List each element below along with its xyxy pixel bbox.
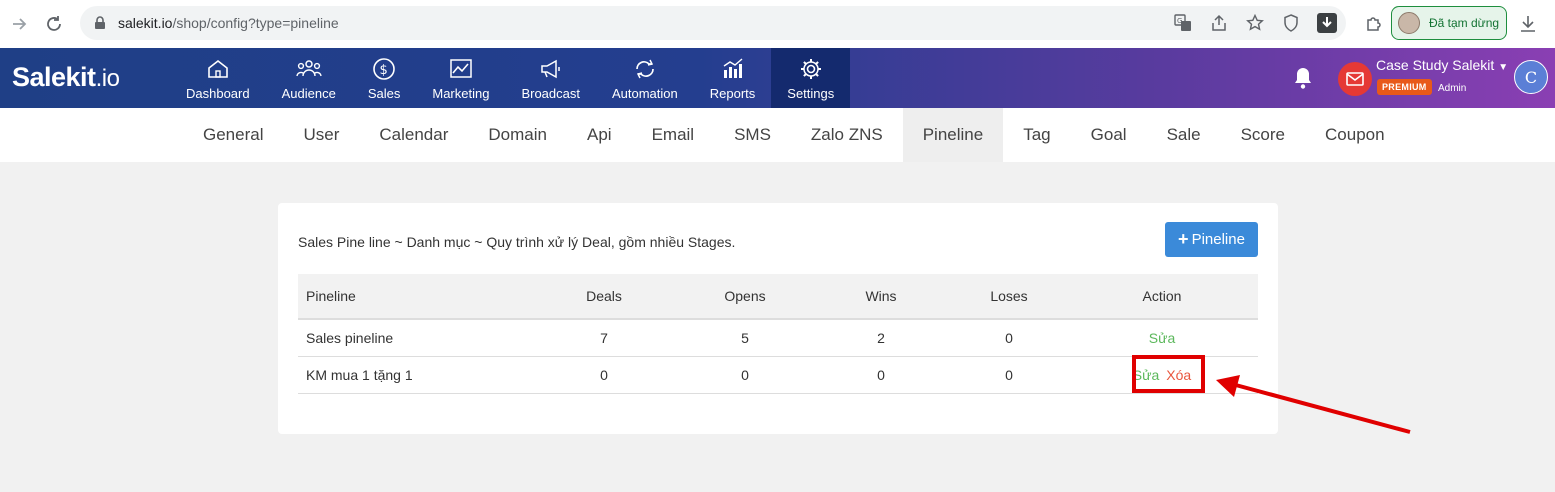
col-header-pineline: Pineline	[298, 274, 528, 320]
table-row: KM mua 1 tặng 1 0 0 0 0 Sửa Xóa	[298, 356, 1258, 394]
notification-bell-icon[interactable]	[1290, 65, 1316, 91]
account-menu[interactable]: Case Study Salekit ▼	[1376, 57, 1508, 73]
tab-sms[interactable]: SMS	[714, 108, 791, 162]
nav-sales[interactable]: $ Sales	[352, 48, 417, 108]
url-text: salekit.io/shop/config?type=pineline	[118, 15, 339, 31]
lock-icon	[92, 15, 108, 31]
col-header-action: Action	[1066, 274, 1258, 320]
caret-down-icon: ▼	[1498, 62, 1509, 73]
profile-status-label: Đã tạm dừng	[1429, 16, 1500, 30]
user-avatar[interactable]: C	[1514, 60, 1548, 94]
account-role: Admin	[1438, 83, 1467, 94]
settings-tabs: General User Calendar Domain Api Email S…	[0, 108, 1555, 162]
home-icon	[205, 56, 231, 82]
bar-chart-icon	[720, 56, 746, 82]
pipeline-table: Pineline Deals Opens Wins Loses Action S…	[298, 274, 1258, 394]
profile-paused-button[interactable]: Đã tạm dừng	[1391, 6, 1507, 40]
annotation-highlight-box	[1132, 355, 1205, 393]
col-header-deals: Deals	[528, 274, 680, 320]
action-cell: Sửa	[1066, 319, 1258, 357]
nav-settings[interactable]: Settings	[771, 48, 851, 108]
dollar-icon: $	[371, 56, 397, 82]
tab-general[interactable]: General	[183, 108, 283, 162]
puzzle-extensions-icon[interactable]	[1362, 12, 1386, 36]
share-icon[interactable]	[1208, 12, 1230, 34]
repeat-icon	[632, 56, 658, 82]
tab-zalo-zns[interactable]: Zalo ZNS	[791, 108, 903, 162]
tab-coupon[interactable]: Coupon	[1305, 108, 1405, 162]
tab-score[interactable]: Score	[1221, 108, 1305, 162]
gear-icon	[798, 56, 824, 82]
loses-count: 0	[952, 319, 1066, 357]
nav-marketing[interactable]: Marketing	[416, 48, 505, 108]
pipeline-name: KM mua 1 tặng 1	[298, 356, 528, 394]
shield-icon[interactable]	[1280, 12, 1302, 34]
col-header-loses: Loses	[952, 274, 1066, 320]
opens-count: 0	[680, 356, 810, 394]
annotation-arrow	[1216, 375, 1411, 434]
chart-line-icon	[448, 56, 474, 82]
address-bar[interactable]: salekit.io/shop/config?type=pineline G	[80, 6, 1346, 40]
svg-text:G: G	[1177, 17, 1182, 25]
table-header-row: Pineline Deals Opens Wins Loses Action	[298, 274, 1258, 320]
edit-link[interactable]: Sửa	[1149, 330, 1176, 346]
bookmark-star-icon[interactable]	[1244, 12, 1266, 34]
reload-icon[interactable]	[40, 10, 68, 38]
col-header-opens: Opens	[680, 274, 810, 320]
tab-user[interactable]: User	[283, 108, 359, 162]
table-row: Sales pineline 7 5 2 0 Sửa	[298, 319, 1258, 357]
tab-sale[interactable]: Sale	[1147, 108, 1221, 162]
plus-icon: +	[1178, 229, 1189, 249]
pipeline-description: Sales Pine line ~ Danh mục ~ Quy trình x…	[298, 234, 736, 250]
opens-count: 5	[680, 319, 810, 357]
tab-tag[interactable]: Tag	[1003, 108, 1070, 162]
deals-count: 0	[528, 356, 680, 394]
nav-reports[interactable]: Reports	[694, 48, 772, 108]
profile-avatar	[1398, 12, 1420, 34]
tab-api[interactable]: Api	[567, 108, 632, 162]
nav-audience[interactable]: Audience	[266, 48, 352, 108]
premium-badge: PREMIUM	[1377, 79, 1432, 95]
tab-email[interactable]: Email	[632, 108, 715, 162]
pipeline-name: Sales pineline	[298, 319, 528, 357]
translate-icon[interactable]: G	[1172, 12, 1194, 34]
wins-count: 0	[810, 356, 952, 394]
wins-count: 2	[810, 319, 952, 357]
deals-count: 7	[528, 319, 680, 357]
forward-arrow-icon[interactable]	[6, 10, 34, 38]
tab-goal[interactable]: Goal	[1071, 108, 1147, 162]
tab-calendar[interactable]: Calendar	[359, 108, 468, 162]
add-pipeline-button[interactable]: + Pineline	[1165, 222, 1258, 257]
col-header-wins: Wins	[810, 274, 952, 320]
nav-broadcast[interactable]: Broadcast	[505, 48, 596, 108]
loses-count: 0	[952, 356, 1066, 394]
nav-dashboard[interactable]: Dashboard	[170, 48, 266, 108]
mail-icon[interactable]	[1338, 62, 1372, 96]
users-icon	[296, 56, 322, 82]
downloads-icon[interactable]	[1516, 12, 1540, 36]
tab-domain[interactable]: Domain	[468, 108, 567, 162]
browser-toolbar: salekit.io/shop/config?type=pineline G Đ…	[0, 0, 1555, 48]
nav-automation[interactable]: Automation	[596, 48, 694, 108]
main-nav: Dashboard Audience $ Sales Marketing Bro…	[170, 48, 851, 108]
megaphone-icon	[538, 56, 564, 82]
salekit-logo[interactable]: Salekit.io	[12, 62, 120, 93]
tab-pineline[interactable]: Pineline	[902, 108, 1004, 162]
app-header: Salekit.io Dashboard Audience $ Sales Ma…	[0, 48, 1555, 108]
svg-text:$: $	[380, 63, 388, 78]
download-extension-icon[interactable]	[1316, 12, 1338, 34]
pipeline-panel: Sales Pine line ~ Danh mục ~ Quy trình x…	[278, 203, 1278, 434]
